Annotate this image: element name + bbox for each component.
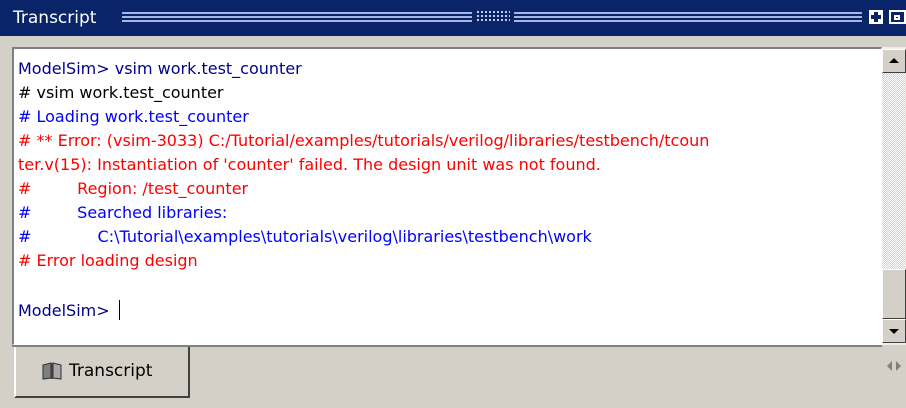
- window-title: Transcript: [13, 8, 97, 28]
- drag-handle-dots[interactable]: [476, 10, 510, 22]
- transcript-line: # Error loading design: [18, 251, 198, 270]
- scroll-up-button[interactable]: [882, 49, 906, 73]
- transcript-text-area[interactable]: ModelSim> vsim work.test_counter # vsim …: [12, 47, 882, 345]
- transcript-line: # Searched libraries:: [18, 203, 228, 222]
- transcript-book-icon: [42, 362, 62, 380]
- undock-icon[interactable]: [889, 10, 906, 24]
- scrollbar-thumb[interactable]: [882, 269, 906, 319]
- drag-grip[interactable]: [122, 11, 472, 23]
- arrow-down-icon: [889, 329, 899, 334]
- tab-transcript[interactable]: Transcript: [14, 347, 190, 398]
- scroll-down-button[interactable]: [882, 319, 906, 343]
- drag-grip[interactable]: [514, 11, 862, 23]
- tab-strip: Transcript: [0, 345, 906, 408]
- window-titlebar[interactable]: Transcript: [0, 0, 906, 36]
- transcript-line: # Region: /test_counter: [18, 179, 249, 198]
- text-cursor: [118, 300, 121, 320]
- scrollbar-track[interactable]: [882, 73, 906, 269]
- command-prompt: ModelSim>: [18, 301, 115, 320]
- arrow-right-icon[interactable]: [896, 361, 901, 371]
- transcript-line: ModelSim> vsim work.test_counter: [18, 59, 302, 78]
- vertical-scrollbar[interactable]: [882, 47, 906, 345]
- transcript-line: # ** Error: (vsim-3033) C:/Tutorial/exam…: [18, 131, 710, 150]
- tab-scroll-buttons[interactable]: [884, 357, 906, 375]
- arrow-up-icon: [889, 58, 899, 63]
- command-prompt-line[interactable]: ModelSim>: [18, 299, 121, 323]
- tab-label: Transcript: [69, 361, 153, 381]
- transcript-line: ter.v(15): Instantiation of 'counter' fa…: [18, 155, 601, 174]
- transcript-line: # vsim work.test_counter: [18, 83, 224, 102]
- transcript-line: # C:\Tutorial\examples\tutorials\verilog…: [18, 227, 592, 246]
- transcript-line: # Loading work.test_counter: [18, 107, 249, 126]
- plus-icon[interactable]: [869, 10, 883, 24]
- arrow-left-icon[interactable]: [887, 361, 892, 371]
